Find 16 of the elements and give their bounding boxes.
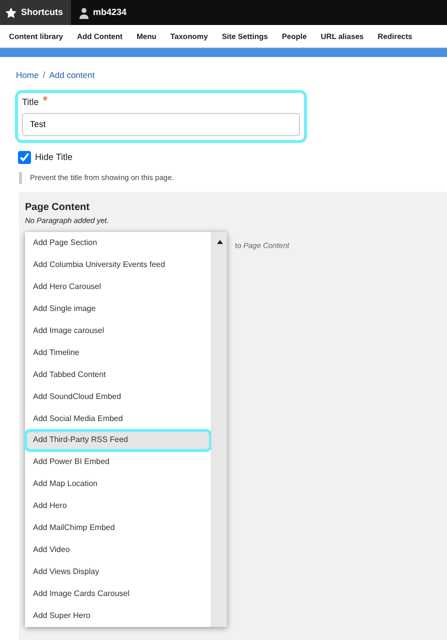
section-heading: Page Content	[25, 200, 90, 214]
breadcrumb-link[interactable]: Home	[16, 69, 39, 82]
star-icon	[5, 6, 17, 18]
title-input[interactable]: Test	[22, 113, 300, 136]
dropdown-option[interactable]: Add Third-Party RSS Feed	[25, 430, 211, 452]
checkbox-label: Hide Title	[35, 150, 73, 164]
field-label: Title	[22, 96, 39, 108]
scroll-up-icon[interactable]	[217, 240, 223, 244]
user-button[interactable]: mb4234	[71, 0, 135, 25]
breadcrumb-separator: /	[42, 69, 46, 82]
required-marker: *	[42, 96, 48, 109]
shortcuts-button[interactable]: Shortcuts	[0, 0, 72, 25]
hide-title-checkbox[interactable]	[18, 151, 31, 164]
breadcrumb-link[interactable]: Add content	[49, 69, 95, 82]
dropdown-option[interactable]: Add Super Hero	[25, 604, 211, 627]
user-icon	[79, 6, 90, 18]
